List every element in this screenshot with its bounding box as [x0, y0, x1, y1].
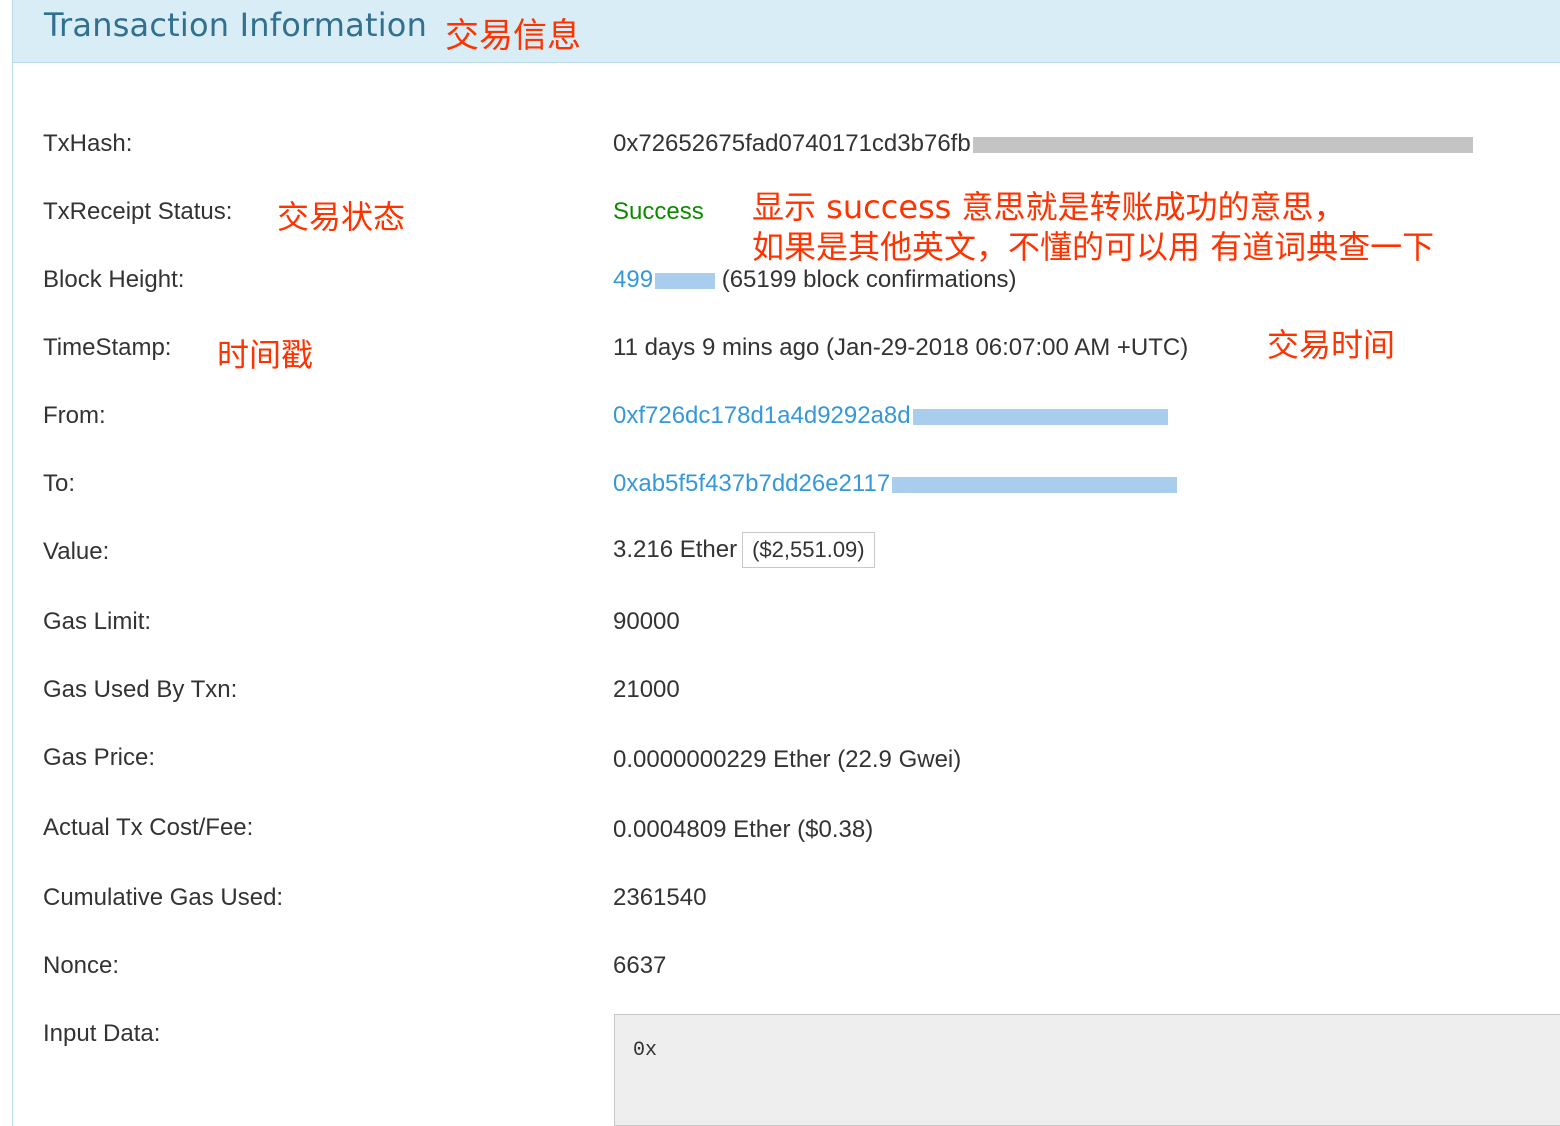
- value-label: Value:: [43, 538, 110, 565]
- to-label: To:: [43, 470, 76, 497]
- tx-fee-value: 0.0004809 Ether ($0.38): [613, 816, 874, 843]
- title-annotation: 交易信息: [445, 16, 581, 56]
- input-data-label: Input Data:: [43, 1020, 161, 1047]
- gas-used-value: 21000: [613, 676, 680, 703]
- gas-price-label: Gas Price:: [43, 744, 156, 771]
- timestamp-value: 11 days 9 mins ago (Jan-29-2018 06:07:00…: [613, 334, 1189, 361]
- panel-title: Transaction Information: [44, 6, 428, 44]
- block-height-link[interactable]: 499: [613, 266, 653, 293]
- gas-limit-value: 90000: [613, 608, 680, 635]
- block-confirmations: (65199 block confirmations): [721, 266, 1017, 293]
- value-value: 3.216 Ether ($2,551.09): [613, 532, 875, 568]
- status-note-line2: 如果是其他英文，不懂的可以用 有道词典查一下: [752, 228, 1435, 266]
- timestamp-annotation: 时间戳: [217, 336, 314, 374]
- nonce-value: 6637: [613, 952, 667, 979]
- gas-price-value: 0.0000000229 Ether (22.9 Gwei): [613, 746, 962, 773]
- redacted-block: [912, 408, 1168, 425]
- from-address-link[interactable]: 0xf726dc178d1a4d9292a8d: [613, 402, 911, 429]
- redacted-block: [972, 136, 1473, 153]
- to-address-link[interactable]: 0xab5f5f437b7dd26e2117: [613, 470, 890, 497]
- txhash-text: 0x72652675fad0740171cd3b76fb: [613, 130, 971, 157]
- gas-limit-label: Gas Limit:: [43, 608, 152, 635]
- panel-header: Transaction Information: [13, 0, 1560, 63]
- cumulative-gas-value: 2361540: [613, 884, 707, 911]
- gas-used-label: Gas Used By Txn:: [43, 676, 238, 703]
- status-annotation: 交易状态: [277, 198, 406, 236]
- timestamp-label: TimeStamp:: [43, 334, 172, 361]
- timestamp-value-annotation: 交易时间: [1267, 326, 1396, 364]
- redacted-block: [892, 476, 1178, 493]
- status-label: TxReceipt Status:: [43, 198, 233, 225]
- to-value: 0xab5f5f437b7dd26e2117: [613, 470, 1178, 498]
- input-data-box[interactable]: 0x: [614, 1014, 1560, 1126]
- ether-amount: 3.216 Ether: [613, 536, 738, 563]
- cumulative-gas-label: Cumulative Gas Used:: [43, 884, 284, 911]
- from-label: From:: [43, 402, 106, 429]
- usd-value-badge: ($2,551.09): [742, 532, 875, 568]
- redacted-block: [655, 272, 716, 289]
- status-value: Success: [613, 198, 704, 225]
- input-data-value: 0x: [633, 1039, 658, 1062]
- block-height-value: 499 (65199 block confirmations): [613, 266, 1017, 294]
- from-value: 0xf726dc178d1a4d9292a8d: [613, 402, 1168, 430]
- block-height-label: Block Height:: [43, 266, 185, 293]
- txhash-value: 0x72652675fad0740171cd3b76fb: [613, 130, 1473, 158]
- txhash-label: TxHash:: [43, 130, 133, 157]
- tx-fee-label: Actual Tx Cost/Fee:: [43, 814, 254, 841]
- nonce-label: Nonce:: [43, 952, 120, 979]
